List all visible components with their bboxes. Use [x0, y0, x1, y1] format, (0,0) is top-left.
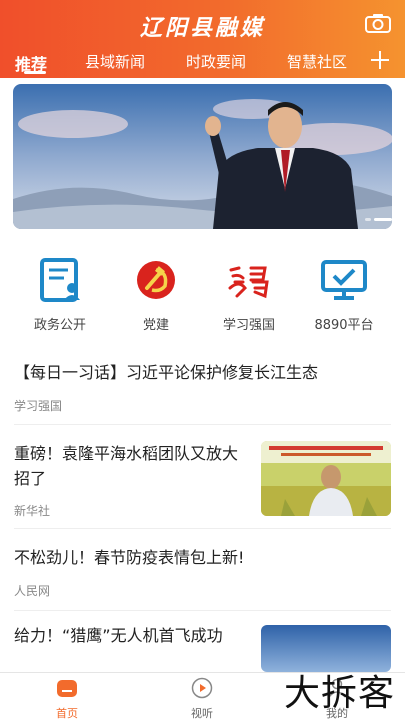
carousel-indicator [365, 218, 392, 221]
quick-link-label: 政务公开 [33, 318, 86, 333]
banner-carousel[interactable] [13, 84, 392, 229]
quick-link-label: 8890平台 [314, 318, 374, 333]
quick-link-party[interactable]: 党建 [111, 258, 201, 333]
divider [14, 610, 391, 611]
nav-label: 首页 [56, 707, 78, 720]
nav-label: 视听 [191, 707, 213, 720]
plus-icon[interactable] [367, 47, 393, 73]
news-title[interactable]: 给力！“猎鹰”无人机首飞成功 [14, 623, 249, 648]
app-title: 辽阳县融媒 [139, 15, 265, 41]
news-title[interactable]: 不松劲儿！春节防疫表情包上新! [14, 545, 394, 570]
quick-link-label: 学习强国 [222, 318, 275, 333]
channel-tabs: 推荐 县域新闻 时政要闻 智慧社区 [0, 46, 365, 78]
quick-link-government[interactable]: 政务公开 [15, 258, 105, 333]
app-header: 辽阳县融媒 推荐 县域新闻 时政要闻 智慧社区 [0, 0, 405, 78]
rice-field-image [261, 441, 391, 516]
quick-link-xuexi[interactable]: 学习强国 [204, 258, 294, 333]
xuexi-logo-icon [228, 266, 269, 299]
home-icon [57, 680, 77, 697]
camera-icon[interactable] [365, 13, 391, 33]
news-title[interactable]: 重磅！袁隆平海水稻团队又放大招了 [14, 441, 249, 491]
news-thumbnail[interactable] [261, 441, 391, 516]
monitor-icon [321, 260, 367, 300]
news-title[interactable]: 【每日一习话】习近平论保护修复长江生态 [14, 360, 394, 385]
tab-politics[interactable]: 时政要闻 [186, 51, 246, 72]
play-icon [191, 677, 213, 699]
quick-link-label: 党建 [142, 318, 169, 333]
quick-link-8890[interactable]: 8890平台 [299, 258, 389, 333]
divider [14, 528, 391, 529]
tab-county-news[interactable]: 县域新闻 [85, 51, 145, 72]
news-source: 新华社 [14, 504, 51, 518]
watermark: 大拆客 [283, 673, 395, 714]
news-source: 学习强国 [14, 399, 63, 413]
party-emblem-icon [137, 261, 175, 299]
nav-home[interactable]: 首页 [27, 677, 107, 721]
banner-image [13, 84, 392, 229]
news-source: 人民网 [14, 584, 51, 598]
divider [14, 424, 391, 425]
active-tab-indicator [24, 71, 46, 74]
nav-listen[interactable]: 视听 [162, 677, 242, 721]
document-icon [40, 258, 80, 302]
tab-smart-community[interactable]: 智慧社区 [287, 51, 347, 72]
